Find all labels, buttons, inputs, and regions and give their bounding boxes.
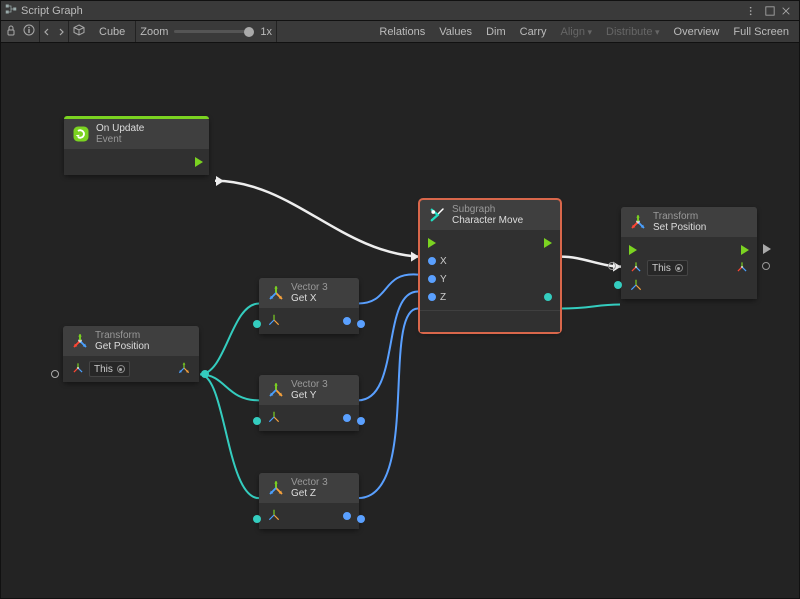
- zoom-label: Zoom: [140, 26, 168, 38]
- flow-out-icon[interactable]: [195, 157, 203, 167]
- flow-in-port[interactable]: [629, 245, 637, 255]
- node-subtitle: Event: [96, 134, 144, 145]
- target-in-port[interactable]: [608, 262, 616, 270]
- object-picker-icon[interactable]: [117, 365, 125, 373]
- flow-in-port[interactable]: [428, 238, 436, 248]
- flow-exit-icon[interactable]: [763, 244, 771, 254]
- flow-out-port[interactable]: [544, 238, 552, 248]
- node-title: Get Y: [291, 390, 328, 401]
- output-port[interactable]: [343, 317, 351, 325]
- menu-icon[interactable]: [749, 4, 763, 18]
- port-z[interactable]: [428, 293, 436, 301]
- transform-out-icon: [735, 260, 749, 277]
- vector-mini-icon: [267, 508, 281, 525]
- node-character-move[interactable]: SubgraphCharacter Move X Y Z: [420, 200, 560, 332]
- output-port[interactable]: [343, 512, 351, 520]
- node-get-x[interactable]: Vector 3Get X: [259, 278, 359, 334]
- object-picker-icon[interactable]: [675, 264, 683, 272]
- port-label-x: X: [440, 256, 447, 267]
- self-object-field[interactable]: This: [89, 361, 130, 377]
- values-button[interactable]: Values: [433, 24, 478, 40]
- titlebar[interactable]: Script Graph: [1, 1, 799, 21]
- overview-button[interactable]: Overview: [668, 24, 726, 40]
- output-port-ext[interactable]: [357, 417, 365, 425]
- vector-mini-icon: [267, 313, 281, 330]
- flow-out-port[interactable]: [741, 245, 749, 255]
- subgraph-icon: [428, 206, 446, 224]
- vector-mini-icon: [629, 278, 643, 295]
- input-port[interactable]: [51, 370, 59, 378]
- port-x[interactable]: [428, 257, 436, 265]
- node-category: Vector 3: [291, 282, 328, 293]
- transform-icon: [629, 213, 647, 231]
- output-port[interactable]: [201, 370, 209, 378]
- port-y[interactable]: [428, 275, 436, 283]
- node-set-position[interactable]: TransformSet Position This: [621, 207, 757, 299]
- node-category: Vector 3: [291, 477, 328, 488]
- output-port-ext[interactable]: [357, 515, 365, 523]
- window: { "title": "Script Graph", "toolbar": { …: [0, 0, 800, 599]
- target-out-port[interactable]: [762, 262, 770, 270]
- transform-mini-icon: [629, 260, 643, 277]
- node-title: Get Position: [95, 341, 149, 352]
- vector3-icon: [267, 284, 285, 302]
- lock-icon[interactable]: [5, 24, 17, 39]
- distribute-dropdown[interactable]: Distribute: [600, 24, 666, 40]
- node-title: On Update: [96, 123, 144, 134]
- zoom-slider[interactable]: [174, 30, 254, 33]
- window-title: Script Graph: [21, 5, 83, 17]
- script-graph-icon: [5, 3, 21, 18]
- event-loop-icon: [72, 125, 90, 143]
- nav-icon[interactable]: [44, 26, 64, 38]
- port-label-y: Y: [440, 274, 447, 285]
- transform-icon: [71, 332, 89, 350]
- dim-button[interactable]: Dim: [480, 24, 512, 40]
- node-category: Transform: [653, 211, 706, 222]
- zoom-value: 1x: [260, 26, 272, 38]
- node-get-position[interactable]: TransformGet Position This: [63, 326, 199, 382]
- input-port[interactable]: [253, 320, 261, 328]
- vector3-icon: [267, 381, 285, 399]
- graph-canvas[interactable]: On UpdateEvent TransformGet Position Thi…: [1, 43, 799, 598]
- relations-button[interactable]: Relations: [373, 24, 431, 40]
- self-value: This: [652, 263, 671, 274]
- node-get-y[interactable]: Vector 3Get Y: [259, 375, 359, 431]
- node-title: Set Position: [653, 222, 706, 233]
- input-port[interactable]: [253, 515, 261, 523]
- carry-button[interactable]: Carry: [514, 24, 553, 40]
- vec-in-port[interactable]: [614, 281, 622, 289]
- node-on-update[interactable]: On UpdateEvent: [64, 116, 209, 175]
- node-title: Get X: [291, 293, 328, 304]
- output-port[interactable]: [343, 414, 351, 422]
- node-category: Vector 3: [291, 379, 328, 390]
- node-get-z[interactable]: Vector 3Get Z: [259, 473, 359, 529]
- port-label-z: Z: [440, 292, 446, 303]
- self-object-field[interactable]: This: [647, 260, 688, 276]
- align-dropdown[interactable]: Align: [555, 24, 599, 40]
- self-value: This: [94, 364, 113, 375]
- vector-mini-icon: [177, 361, 191, 378]
- node-title: Character Move: [452, 215, 523, 226]
- close-icon[interactable]: [781, 4, 795, 18]
- output-port-vec[interactable]: [544, 293, 552, 301]
- flow-trigger-icon: [216, 176, 224, 186]
- output-port-ext[interactable]: [357, 320, 365, 328]
- toolbar: Cube Zoom 1x Relations Values Dim Carry …: [1, 21, 799, 43]
- input-port[interactable]: [253, 417, 261, 425]
- node-category: Transform: [95, 330, 149, 341]
- node-title: Get Z: [291, 488, 328, 499]
- maximize-icon[interactable]: [765, 4, 779, 18]
- node-category: Subgraph: [452, 204, 523, 215]
- vector-mini-icon: [267, 410, 281, 427]
- info-icon[interactable]: [23, 24, 35, 39]
- fullscreen-button[interactable]: Full Screen: [727, 24, 795, 40]
- vector3-icon: [267, 479, 285, 497]
- breadcrumb[interactable]: Cube: [93, 24, 131, 40]
- transform-mini-icon: [71, 361, 85, 378]
- cube-icon: [73, 24, 87, 39]
